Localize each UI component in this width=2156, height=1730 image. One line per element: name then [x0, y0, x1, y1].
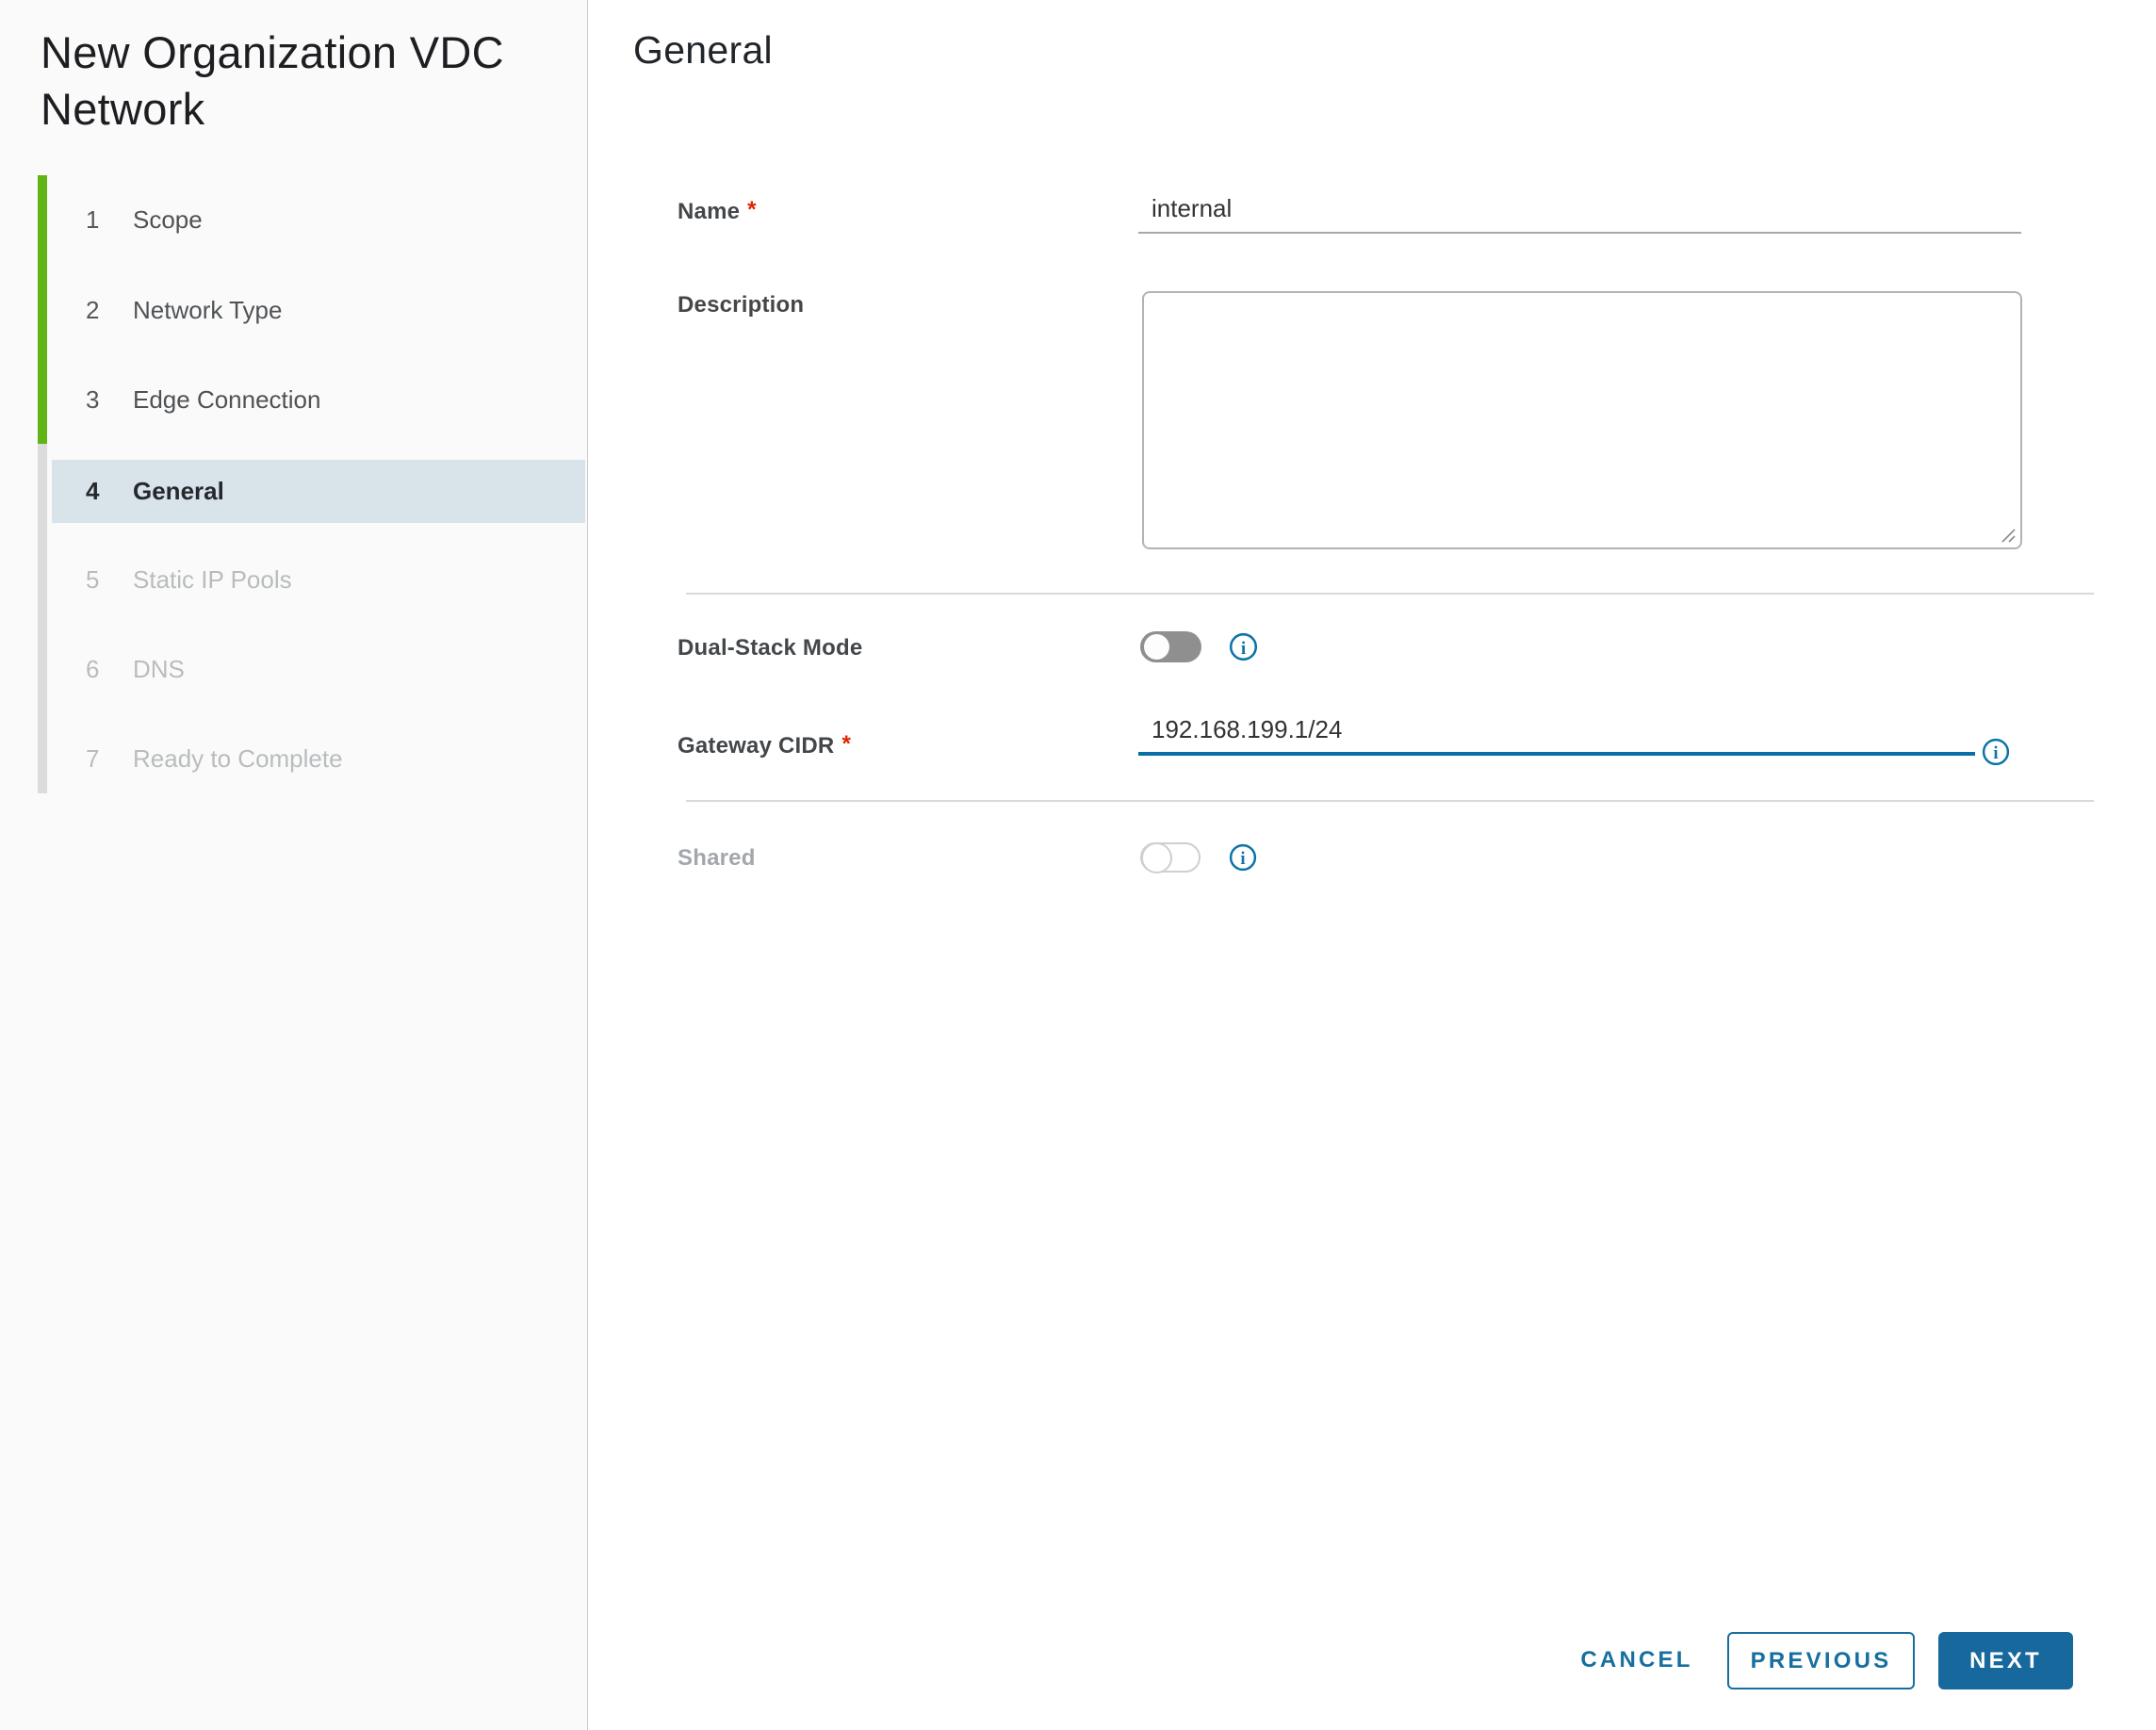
step-number: 3: [86, 385, 100, 414]
step-number: 4: [86, 477, 100, 505]
shared-toggle: [1140, 842, 1200, 873]
dual-stack-mode-toggle[interactable]: [1140, 631, 1201, 662]
svg-text:i: i: [1993, 743, 1998, 763]
wizard-sidebar: New Organization VDC Network 1 Scope 2 N…: [0, 0, 588, 1730]
sidebar-item-general[interactable]: 4 General: [52, 460, 585, 523]
sidebar-item-scope[interactable]: 1 Scope: [52, 188, 585, 252]
svg-text:i: i: [1240, 849, 1245, 869]
sidebar-item-network-type[interactable]: 2 Network Type: [52, 279, 585, 342]
sidebar-item-edge-connection[interactable]: 3 Edge Connection: [52, 368, 585, 432]
gateway-cidr-label: Gateway CIDR *: [678, 731, 851, 759]
dual-stack-mode-label: Dual-Stack Mode: [678, 635, 863, 661]
step-label: General: [133, 477, 224, 505]
previous-button[interactable]: PREVIOUS: [1727, 1632, 1915, 1689]
section-divider: [686, 593, 2094, 595]
step-label: Scope: [133, 205, 203, 234]
wizard-title: New Organization VDC Network: [41, 27, 504, 134]
name-input[interactable]: [1138, 190, 2021, 234]
required-asterisk: *: [841, 731, 851, 757]
step-label: Edge Connection: [133, 385, 321, 414]
section-divider: [686, 800, 2094, 802]
description-label: Description: [678, 292, 805, 318]
step-number: 5: [86, 565, 100, 594]
cancel-button[interactable]: CANCEL: [1557, 1636, 1717, 1685]
step-number: 6: [86, 655, 100, 683]
info-icon[interactable]: i: [1981, 737, 2011, 767]
sidebar-item-static-ip-pools: 5 Static IP Pools: [52, 548, 585, 612]
step-label: DNS: [133, 655, 185, 683]
step-label: Static IP Pools: [133, 565, 292, 594]
step-number: 7: [86, 744, 100, 773]
step-number: 2: [86, 296, 100, 324]
step-label: Network Type: [133, 296, 283, 324]
description-textarea-frame: [1142, 291, 2022, 549]
name-label: Name *: [678, 197, 757, 224]
step-number: 1: [86, 205, 100, 234]
info-icon[interactable]: i: [1228, 842, 1258, 873]
sidebar-item-ready-to-complete: 7 Ready to Complete: [52, 727, 585, 791]
next-button[interactable]: NEXT: [1938, 1632, 2073, 1689]
description-textarea[interactable]: [1144, 293, 2020, 547]
required-asterisk: *: [747, 197, 757, 222]
gateway-cidr-input[interactable]: [1138, 712, 1975, 756]
sidebar-item-dns: 6 DNS: [52, 638, 585, 701]
info-icon[interactable]: i: [1228, 631, 1259, 662]
new-org-vdc-network-wizard: New Organization VDC Network 1 Scope 2 N…: [0, 0, 2156, 1730]
page-title: General: [633, 28, 773, 72]
shared-label: Shared: [678, 845, 756, 871]
step-progress-completed-bar: [38, 175, 47, 444]
step-label: Ready to Complete: [133, 744, 343, 773]
toggle-knob: [1144, 634, 1169, 660]
toggle-knob: [1141, 842, 1172, 873]
svg-text:i: i: [1241, 639, 1247, 659]
